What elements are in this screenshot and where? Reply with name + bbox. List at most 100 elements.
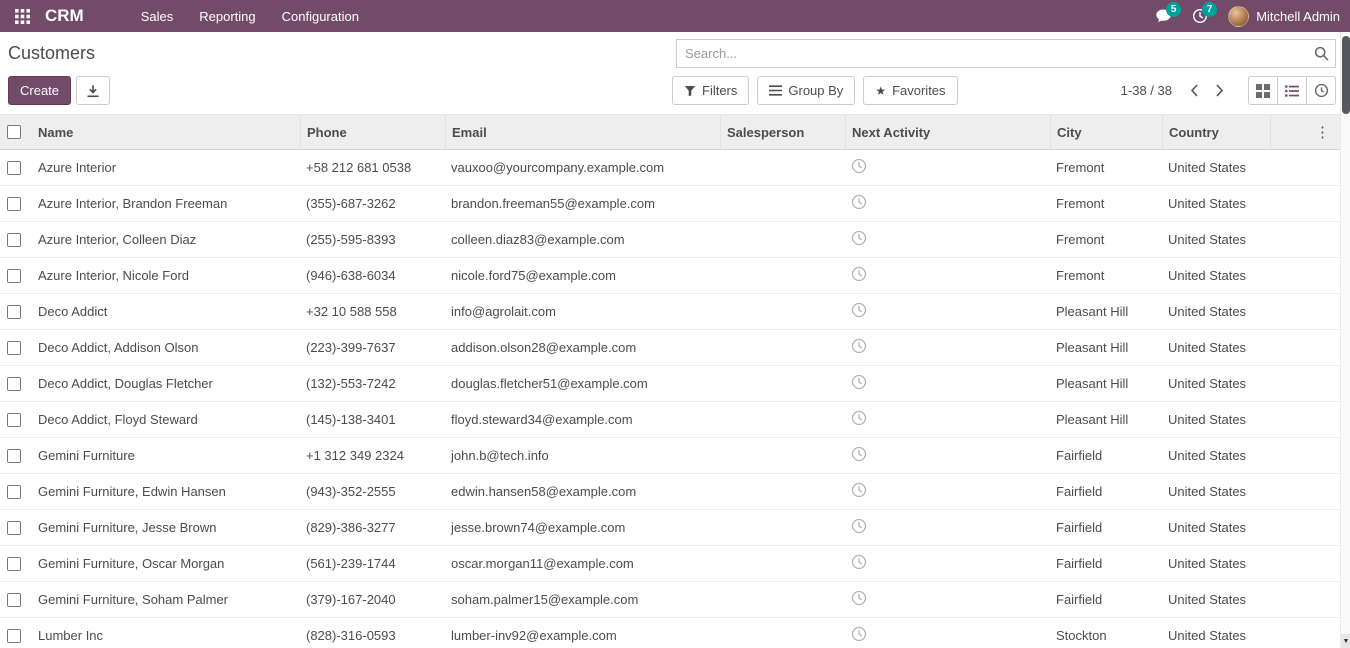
messages-systray-button[interactable]: 5 (1155, 8, 1172, 24)
header-phone[interactable]: Phone (300, 115, 445, 149)
table-row[interactable]: Azure Interior+58 212 681 0538vauxoo@you… (0, 150, 1340, 186)
row-checkbox[interactable] (7, 233, 21, 247)
scrollbar-thumb[interactable] (1342, 36, 1350, 114)
activity-clock-icon[interactable] (851, 518, 867, 534)
select-all-cell (0, 115, 28, 149)
activities-systray-button[interactable]: 7 (1192, 8, 1208, 24)
activity-clock-icon[interactable] (851, 446, 867, 462)
table-row[interactable]: Deco Addict, Douglas Fletcher(132)-553-7… (0, 366, 1340, 402)
activities-badge: 7 (1202, 2, 1217, 17)
customer-phone: (223)-399-7637 (300, 340, 445, 355)
activity-clock-icon[interactable] (851, 230, 867, 246)
customer-name: Gemini Furniture, Oscar Morgan (28, 556, 300, 571)
customer-city: Fremont (1050, 160, 1162, 175)
header-city[interactable]: City (1050, 115, 1162, 149)
view-switcher (1248, 76, 1336, 105)
table-row[interactable]: Gemini Furniture+1 312 349 2324john.b@te… (0, 438, 1340, 474)
row-checkbox[interactable] (7, 557, 21, 571)
search-icon[interactable] (1314, 46, 1329, 61)
next-activity-cell (845, 482, 1050, 501)
filters-button[interactable]: Filters (672, 76, 749, 105)
scroll-down-arrow[interactable]: ▼ (1341, 634, 1350, 648)
row-checkbox[interactable] (7, 341, 21, 355)
table-row[interactable]: Gemini Furniture, Edwin Hansen(943)-352-… (0, 474, 1340, 510)
table-row[interactable]: Gemini Furniture, Jesse Brown(829)-386-3… (0, 510, 1340, 546)
customer-city: Pleasant Hill (1050, 412, 1162, 427)
pager-next-button[interactable] (1207, 80, 1232, 101)
activity-clock-icon[interactable] (851, 554, 867, 570)
table-row[interactable]: Deco Addict, Floyd Steward(145)-138-3401… (0, 402, 1340, 438)
search-input[interactable] (676, 39, 1336, 68)
vertical-scrollbar[interactable]: ▼ (1340, 32, 1350, 648)
list-icon (1285, 85, 1299, 97)
header-email[interactable]: Email (445, 115, 720, 149)
apps-menu-button[interactable] (6, 0, 39, 32)
customer-email: vauxoo@yourcompany.example.com (445, 160, 720, 175)
table-row[interactable]: Azure Interior, Brandon Freeman(355)-687… (0, 186, 1340, 222)
row-checkbox[interactable] (7, 269, 21, 283)
row-checkbox[interactable] (7, 521, 21, 535)
activity-clock-icon[interactable] (851, 158, 867, 174)
table-row[interactable]: Lumber Inc(828)-316-0593lumber-inv92@exa… (0, 618, 1340, 648)
activity-clock-icon[interactable] (851, 590, 867, 606)
table-row[interactable]: Gemini Furniture, Soham Palmer(379)-167-… (0, 582, 1340, 618)
table-row[interactable]: Deco Addict, Addison Olson(223)-399-7637… (0, 330, 1340, 366)
customer-city: Fairfield (1050, 448, 1162, 463)
row-checkbox[interactable] (7, 413, 21, 427)
customer-email: addison.olson28@example.com (445, 340, 720, 355)
optional-columns-toggle-icon[interactable]: ⋮ (1309, 123, 1336, 141)
activity-clock-icon[interactable] (851, 302, 867, 318)
table-row[interactable]: Gemini Furniture, Oscar Morgan(561)-239-… (0, 546, 1340, 582)
row-select-cell (0, 593, 28, 607)
create-button[interactable]: Create (8, 76, 71, 105)
customer-phone: (829)-386-3277 (300, 520, 445, 535)
header-filler: ⋮ (1270, 115, 1340, 149)
header-next-activity[interactable]: Next Activity (845, 115, 1050, 149)
activity-clock-icon[interactable] (851, 374, 867, 390)
activity-clock-icon[interactable] (851, 194, 867, 210)
header-name[interactable]: Name (28, 115, 300, 149)
customer-country: United States (1162, 340, 1270, 355)
table-header: Name Phone Email Salesperson Next Activi… (0, 114, 1340, 150)
activity-view-button[interactable] (1306, 76, 1336, 105)
control-panel-top: Customers (0, 32, 1340, 73)
customer-name: Azure Interior, Colleen Diaz (28, 232, 300, 247)
customer-city: Pleasant Hill (1050, 304, 1162, 319)
row-checkbox[interactable] (7, 377, 21, 391)
customer-country: United States (1162, 232, 1270, 247)
menu-reporting[interactable]: Reporting (186, 0, 268, 32)
row-checkbox[interactable] (7, 449, 21, 463)
pager-previous-button[interactable] (1182, 80, 1207, 101)
list-view-button[interactable] (1277, 76, 1307, 105)
header-country[interactable]: Country (1162, 115, 1270, 149)
row-checkbox[interactable] (7, 161, 21, 175)
app-name[interactable]: CRM (45, 6, 84, 26)
customer-country: United States (1162, 520, 1270, 535)
header-salesperson[interactable]: Salesperson (720, 115, 845, 149)
menu-sales[interactable]: Sales (128, 0, 187, 32)
activity-clock-icon[interactable] (851, 626, 867, 642)
kanban-view-button[interactable] (1248, 76, 1278, 105)
table-row[interactable]: Azure Interior, Nicole Ford(946)-638-603… (0, 258, 1340, 294)
activity-clock-icon[interactable] (851, 482, 867, 498)
activity-clock-icon[interactable] (851, 410, 867, 426)
group-by-button[interactable]: Group By (757, 76, 855, 105)
row-checkbox[interactable] (7, 485, 21, 499)
customer-city: Stockton (1050, 628, 1162, 643)
filters-label: Filters (702, 83, 737, 98)
row-checkbox[interactable] (7, 305, 21, 319)
customer-name: Gemini Furniture, Soham Palmer (28, 592, 300, 607)
row-checkbox[interactable] (7, 593, 21, 607)
favorites-button[interactable]: ★ Favorites (863, 76, 957, 105)
table-row[interactable]: Deco Addict+32 10 588 558info@agrolait.c… (0, 294, 1340, 330)
select-all-checkbox[interactable] (7, 125, 21, 139)
customer-name: Deco Addict, Addison Olson (28, 340, 300, 355)
activity-clock-icon[interactable] (851, 266, 867, 282)
table-row[interactable]: Azure Interior, Colleen Diaz(255)-595-83… (0, 222, 1340, 258)
export-button[interactable] (76, 76, 110, 105)
user-menu[interactable]: Mitchell Admin (1228, 6, 1340, 27)
activity-clock-icon[interactable] (851, 338, 867, 354)
row-checkbox[interactable] (7, 197, 21, 211)
row-checkbox[interactable] (7, 629, 21, 643)
menu-configuration[interactable]: Configuration (269, 0, 372, 32)
